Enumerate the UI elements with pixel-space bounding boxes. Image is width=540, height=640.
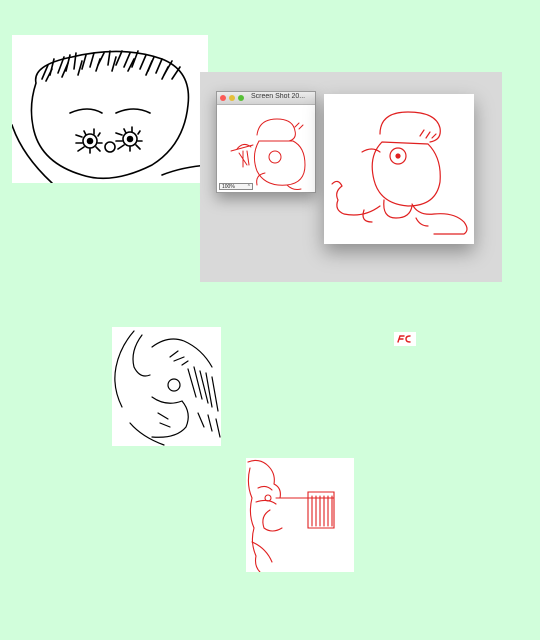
preview-image <box>324 94 474 244</box>
red-logo-icon <box>394 332 416 346</box>
flag-sketch-drawing <box>247 459 335 572</box>
zoom-select[interactable]: 100% ⌃ <box>219 183 253 190</box>
zoom-label: 100% <box>222 184 235 190</box>
figure-sketch-drawing <box>114 330 221 446</box>
face-sketch-drawing <box>12 50 208 183</box>
flag-sketch-image <box>246 458 354 572</box>
face-sketch-image <box>12 35 208 183</box>
preview-window[interactable]: Screen Shot 20... 100% ⌃ <box>216 91 316 193</box>
traffic-close-icon[interactable] <box>220 95 226 101</box>
traffic-minimize-icon[interactable] <box>229 95 235 101</box>
window-titlebar[interactable]: Screen Shot 20... <box>217 92 315 105</box>
zoom-caret-icon: ⌃ <box>246 184 251 190</box>
window-title: Screen Shot 20... <box>251 93 306 100</box>
figure-sketch-image <box>112 327 221 446</box>
red-logo-drawing <box>397 335 411 343</box>
window-preview-drawing <box>230 118 306 190</box>
preview-red-sketch <box>331 111 468 235</box>
traffic-maximize-icon[interactable] <box>238 95 244 101</box>
